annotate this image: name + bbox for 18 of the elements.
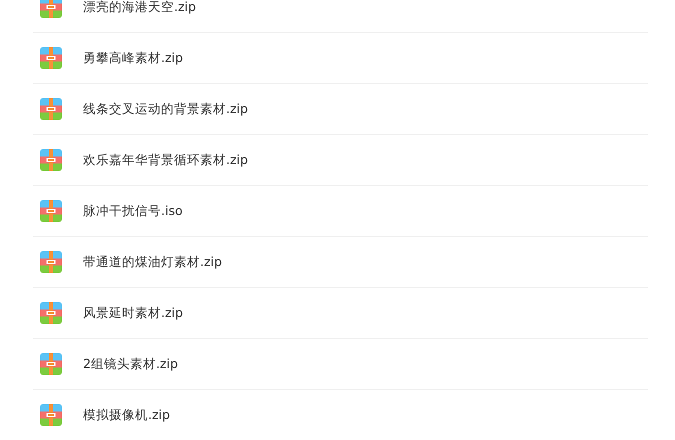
- file-name[interactable]: 脉冲干扰信号.iso: [83, 202, 183, 220]
- file-name[interactable]: 模拟摄像机.zip: [83, 406, 170, 424]
- archive-icon: [40, 200, 62, 222]
- archive-icon: [40, 251, 62, 273]
- file-name[interactable]: 2组镜头素材.zip: [83, 354, 178, 374]
- archive-icon: [40, 302, 62, 324]
- file-name[interactable]: 勇攀高峰素材.zip: [83, 48, 183, 68]
- file-name[interactable]: 线条交叉运动的背景素材.zip: [83, 100, 248, 118]
- file-name[interactable]: 欢乐嘉年华背景循环素材.zip: [83, 150, 248, 170]
- archive-icon: [40, 98, 62, 120]
- file-name[interactable]: 带通道的煤油灯素材.zip: [83, 252, 222, 272]
- archive-icon: [40, 47, 62, 69]
- file-name[interactable]: 漂亮的海港天空.zip: [83, 0, 196, 16]
- file-name[interactable]: 风景延时素材.zip: [83, 304, 183, 322]
- archive-icon: [40, 353, 62, 375]
- archive-icon: [40, 149, 62, 171]
- archive-icon: [40, 0, 62, 18]
- archive-icon: [40, 404, 62, 426]
